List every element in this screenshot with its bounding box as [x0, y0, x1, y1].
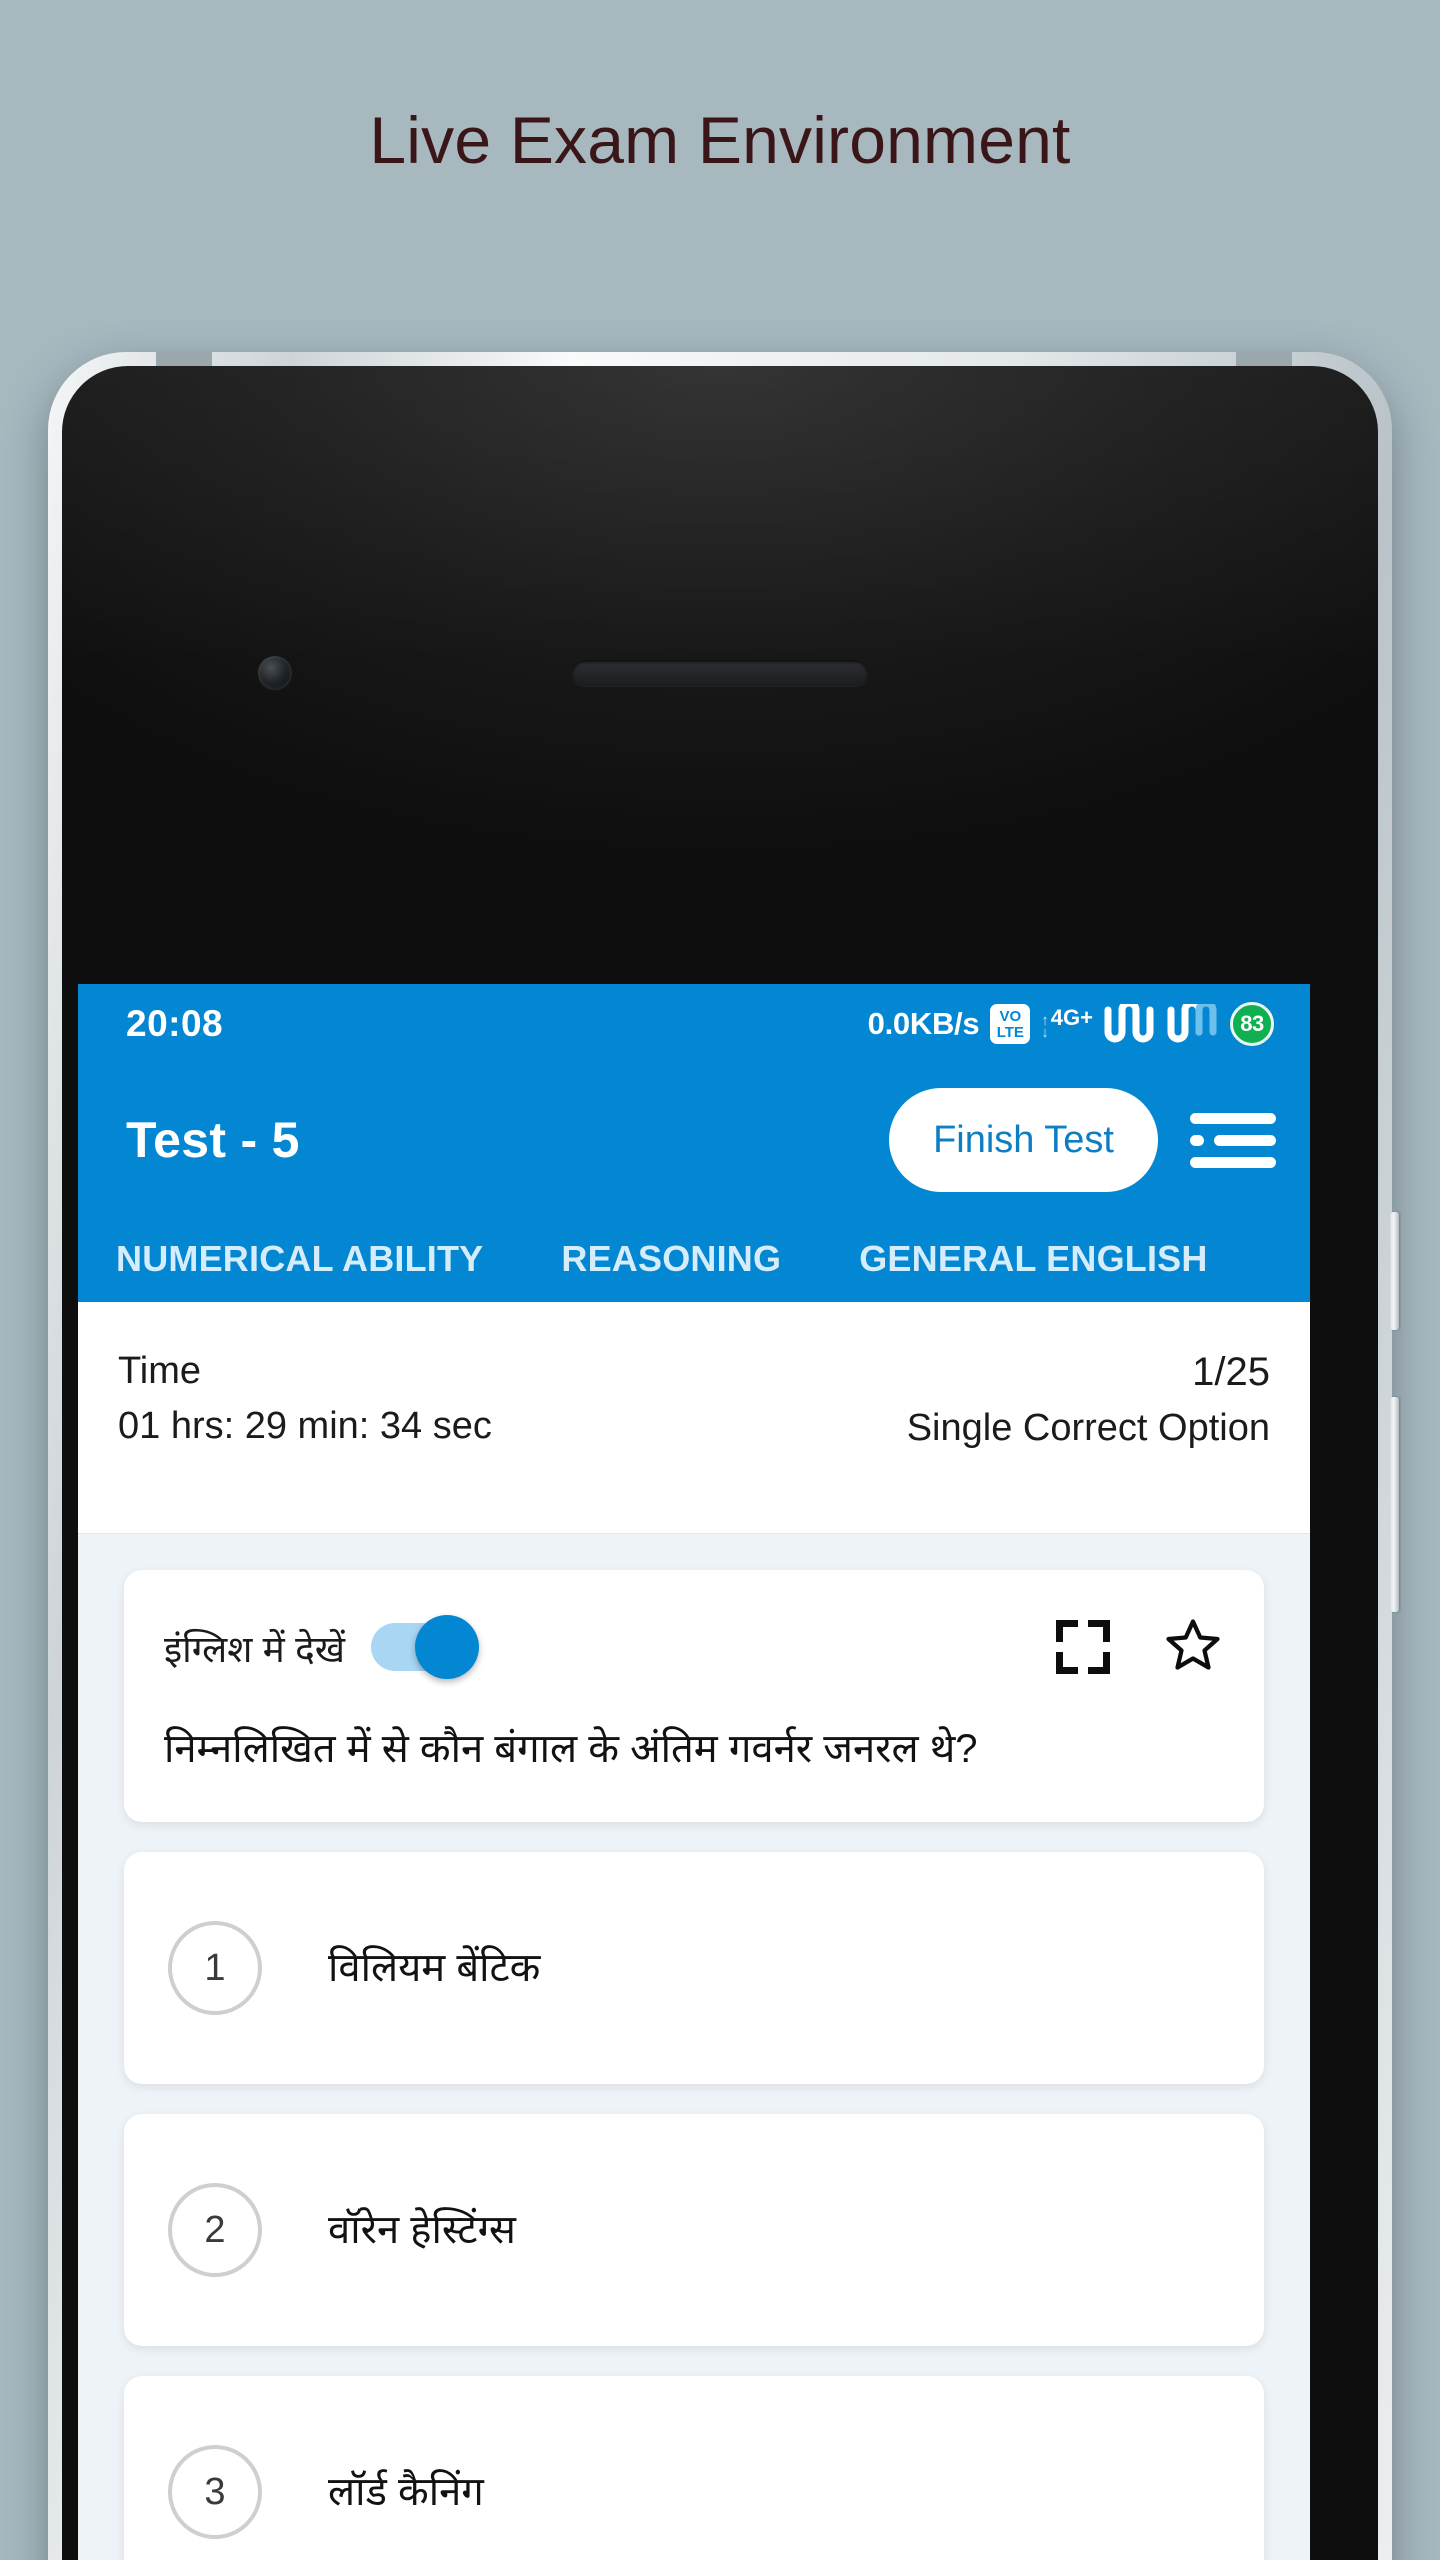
network-generation-label: 4G+ [1050, 1005, 1093, 1030]
arrow-down-icon: ↓ [1041, 1024, 1049, 1042]
timer-value: 01 hrs: 29 min: 34 sec [118, 1405, 492, 1448]
antenna-notch-right [1236, 352, 1292, 366]
mobile-data-icon: ↑ ↓ 4G+ [1041, 1005, 1093, 1043]
option-number-2: 2 [168, 2183, 262, 2277]
app-bar-title: Test - 5 [126, 1112, 300, 1168]
volte-icon: VO LTE [990, 1004, 1031, 1044]
option-number-3: 3 [168, 2445, 262, 2539]
option-row-2[interactable]: 2 वॉरेन हेस्टिंग्स [124, 2114, 1264, 2346]
bookmark-star-icon[interactable] [1162, 1615, 1224, 1680]
app-bar: Test - 5 Finish Test [78, 1064, 1310, 1216]
earpiece-speaker [572, 660, 868, 686]
question-content-area: इंग्लिश में देखें निम्नलिखित में से कौन … [78, 1534, 1310, 2560]
question-list-icon[interactable] [1190, 1112, 1276, 1168]
question-text: निम्नलिखित में से कौन बंगाल के अंतिम गवर… [164, 1727, 978, 1771]
section-tabs: NUMERICAL ABILITY REASONING GENERAL ENGL… [78, 1216, 1310, 1302]
question-meta-block: 1/25 Single Correct Option [907, 1346, 1270, 1533]
finish-test-button[interactable]: Finish Test [889, 1088, 1158, 1192]
option-row-1[interactable]: 1 विलियम बेंटिक [124, 1852, 1264, 2084]
list-icon-row-3 [1190, 1156, 1276, 1168]
volume-button[interactable] [1390, 1212, 1399, 1330]
timer-block: Time 01 hrs: 29 min: 34 sec [118, 1346, 492, 1533]
status-clock: 20:08 [126, 1003, 224, 1044]
signal-bars-icon-sim2 [1167, 1004, 1217, 1043]
list-icon-bar [1214, 1134, 1276, 1146]
list-icon-bar [1190, 1112, 1276, 1124]
network-speed-label: 0.0KB/s [867, 1006, 980, 1041]
option-row-3[interactable]: 3 लॉर्ड कैनिंग [124, 2376, 1264, 2560]
language-toggle-switch[interactable] [371, 1615, 479, 1679]
volte-top-text: VO [999, 1007, 1022, 1025]
status-icons: 0.0KB/s VO LTE ↑ ↓ 4G+ 83 [868, 1002, 1274, 1046]
status-bar: 20:08 0.0KB/s VO LTE ↑ ↓ 4G+ 83 [78, 984, 1310, 1064]
question-counter: 1/25 [1192, 1350, 1270, 1394]
exam-meta-bar: Time 01 hrs: 29 min: 34 sec 1/25 Single … [78, 1302, 1310, 1534]
tab-numerical-ability[interactable]: NUMERICAL ABILITY [116, 1238, 483, 1280]
question-card-header: इंग्लिश में देखें [164, 1604, 1224, 1690]
front-camera-icon [258, 656, 292, 690]
bezel-gloss [62, 366, 1378, 666]
phone-device: 20:08 0.0KB/s VO LTE ↑ ↓ 4G+ 83 Test - 5… [48, 352, 1399, 2560]
tab-general-english[interactable]: GENERAL ENGLISH [859, 1238, 1207, 1280]
option-text-2: वॉरेन हेस्टिंग्स [328, 2208, 516, 2252]
fullscreen-icon[interactable] [1056, 1620, 1110, 1674]
phone-bezel: 20:08 0.0KB/s VO LTE ↑ ↓ 4G+ 83 Test - 5… [62, 366, 1378, 2560]
list-icon-dot [1190, 1134, 1204, 1146]
tab-reasoning[interactable]: REASONING [561, 1238, 781, 1280]
page-title: Live Exam Environment [369, 103, 1071, 177]
power-button[interactable] [1390, 1397, 1399, 1612]
antenna-notch-left [156, 352, 212, 366]
list-icon-row-1 [1190, 1112, 1276, 1124]
timer-label: Time [118, 1350, 202, 1392]
phone-screen: 20:08 0.0KB/s VO LTE ↑ ↓ 4G+ 83 Test - 5… [78, 984, 1310, 2560]
question-type-label: Single Correct Option [906, 1407, 1270, 1449]
data-transfer-arrows-icon: ↑ ↓ [1041, 1013, 1049, 1042]
option-text-3: लॉर्ड कैनिंग [328, 2470, 484, 2514]
toggle-knob [415, 1615, 479, 1679]
option-number-1: 1 [168, 1921, 262, 2015]
volte-bottom-text: LTE [996, 1023, 1024, 1041]
battery-icon: 83 [1230, 1002, 1274, 1046]
question-card: इंग्लिश में देखें निम्नलिखित में से कौन … [124, 1570, 1264, 1822]
list-icon-bar [1190, 1156, 1276, 1168]
list-icon-row-2 [1190, 1134, 1276, 1146]
language-toggle-label: इंग्लिश में देखें [164, 1628, 345, 1670]
signal-bars-icon-sim1 [1104, 1004, 1154, 1043]
option-text-1: विलियम बेंटिक [328, 1946, 541, 1990]
